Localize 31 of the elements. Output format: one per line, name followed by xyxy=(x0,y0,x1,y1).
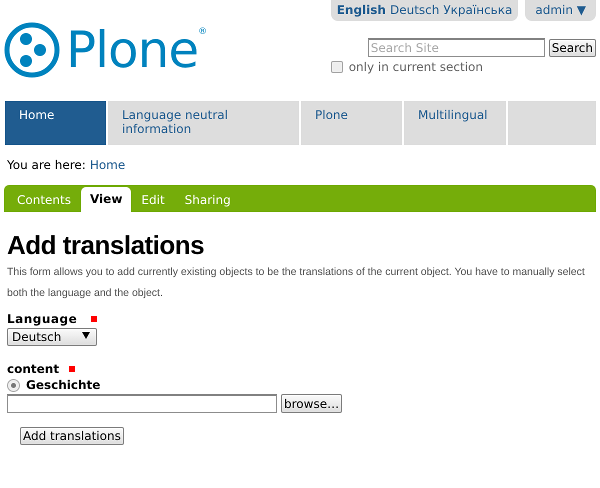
search-field[interactable]: Search Site xyxy=(368,38,545,57)
logo-text: Plone$^{®}$ xyxy=(66,22,206,78)
edit-tab[interactable]: Sharing xyxy=(174,187,241,212)
page-title: Add translations xyxy=(7,230,206,260)
radio-label: Geschichte xyxy=(26,378,100,392)
submit-button[interactable]: Add translations xyxy=(20,427,124,445)
field-label: content xyxy=(7,362,60,376)
edit-tab[interactable]: Edit xyxy=(131,187,175,212)
field-label: Language xyxy=(7,312,78,326)
nav-tab[interactable]: Plone xyxy=(301,101,402,145)
caret-icon xyxy=(82,332,90,339)
edit-tab[interactable]: View xyxy=(80,187,132,212)
checkbox-label: only in current section xyxy=(348,60,483,74)
nav-tab[interactable]: Multilingual xyxy=(404,101,506,145)
language-select[interactable]: Deutsch xyxy=(7,328,97,346)
nav-tab[interactable]: Language neutral information xyxy=(108,101,299,145)
nav-tab[interactable]: Home xyxy=(5,101,106,145)
search-button[interactable]: Search xyxy=(548,38,596,56)
edit-tab[interactable]: Contents xyxy=(7,187,81,212)
description: This form allows you to add currently existing objects to be the translations of the current object. You have to manually select both the language and the object. xyxy=(7,265,586,301)
breadcrumb-label: You are here: xyxy=(7,158,86,172)
language-link[interactable]: Українська xyxy=(443,3,512,17)
logo-icon xyxy=(4,22,60,78)
checkbox[interactable] xyxy=(330,61,343,73)
user-menu[interactable]: admin ▼ xyxy=(525,0,596,21)
language-link[interactable]: English xyxy=(336,3,386,17)
browse-button[interactable]: browse… xyxy=(281,394,342,413)
path-field[interactable] xyxy=(7,394,277,413)
radio-button[interactable] xyxy=(7,378,20,392)
breadcrumb-link[interactable]: Home xyxy=(90,158,126,172)
language-link[interactable]: Deutsch xyxy=(390,3,440,17)
